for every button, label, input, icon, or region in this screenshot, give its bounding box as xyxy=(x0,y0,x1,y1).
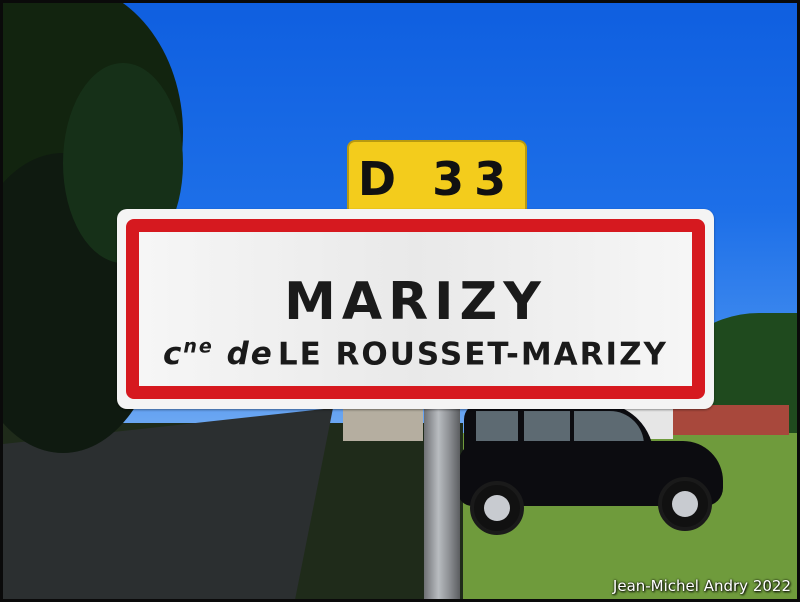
car-window-middle xyxy=(524,411,570,443)
commune-line: cne de LE ROUSSET-MARIZY xyxy=(139,336,692,372)
sign-pole xyxy=(424,398,460,599)
town-entrance-sign: MARIZY cne de LE ROUSSET-MARIZY xyxy=(117,209,714,409)
route-number-text: D 33 xyxy=(357,152,517,206)
sign-red-border: MARIZY cne de LE ROUSSET-MARIZY xyxy=(126,219,705,399)
route-number-plate: D 33 xyxy=(347,140,527,218)
photo-credit: Jean-Michel Andry 2022 xyxy=(612,577,791,595)
car-wheel-rear xyxy=(470,481,524,535)
car-wheel-front xyxy=(658,477,712,531)
photograph: D 33 MARIZY cne de LE ROUSSET-MARIZY Jean… xyxy=(3,3,797,599)
commune-de: de xyxy=(226,336,274,373)
car-window-rear xyxy=(476,411,518,441)
town-name: MARIZY xyxy=(284,272,547,332)
photo-frame: D 33 MARIZY cne de LE ROUSSET-MARIZY Jean… xyxy=(0,0,800,602)
commune-name: LE ROUSSET-MARIZY xyxy=(277,336,668,373)
commune-prefix: cne xyxy=(162,336,214,373)
parked-car xyxy=(458,401,723,535)
